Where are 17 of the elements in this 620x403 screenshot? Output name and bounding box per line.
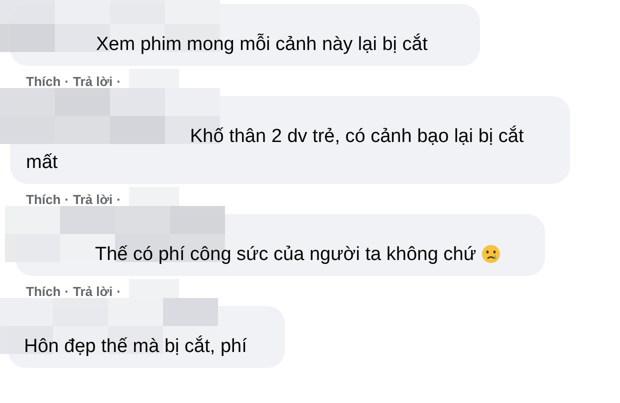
action-link[interactable]: Thích	[26, 284, 61, 298]
action-link[interactable]: Trả lời	[73, 192, 113, 206]
comment-text: Hôn đẹp thế mà bị cắt, phí	[24, 334, 248, 359]
comment-text: Khố thân 2 dv trẻ, có cảnh bạo lại bị cắt mất	[26, 124, 525, 175]
action-link[interactable]: Trả lời	[73, 284, 113, 298]
separator-dot: ·	[116, 74, 121, 88]
separator-dot: ·	[64, 74, 70, 88]
comment-text: Thế có phí công sức của người ta không chứ	[31, 242, 529, 268]
comment-text: Xem phim mong mỗi cảnh này lại bị cắt	[95, 32, 429, 57]
action-link[interactable]: Trả lời	[73, 74, 113, 88]
separator-dot: ·	[64, 284, 70, 298]
crying-face-icon	[481, 244, 502, 264]
separator-dot: ·	[64, 192, 70, 206]
action-link[interactable]: Thích	[26, 74, 61, 88]
separator-dot: ·	[116, 284, 121, 298]
separator-dot: ·	[116, 192, 121, 206]
action-link[interactable]: Thích	[26, 192, 61, 206]
